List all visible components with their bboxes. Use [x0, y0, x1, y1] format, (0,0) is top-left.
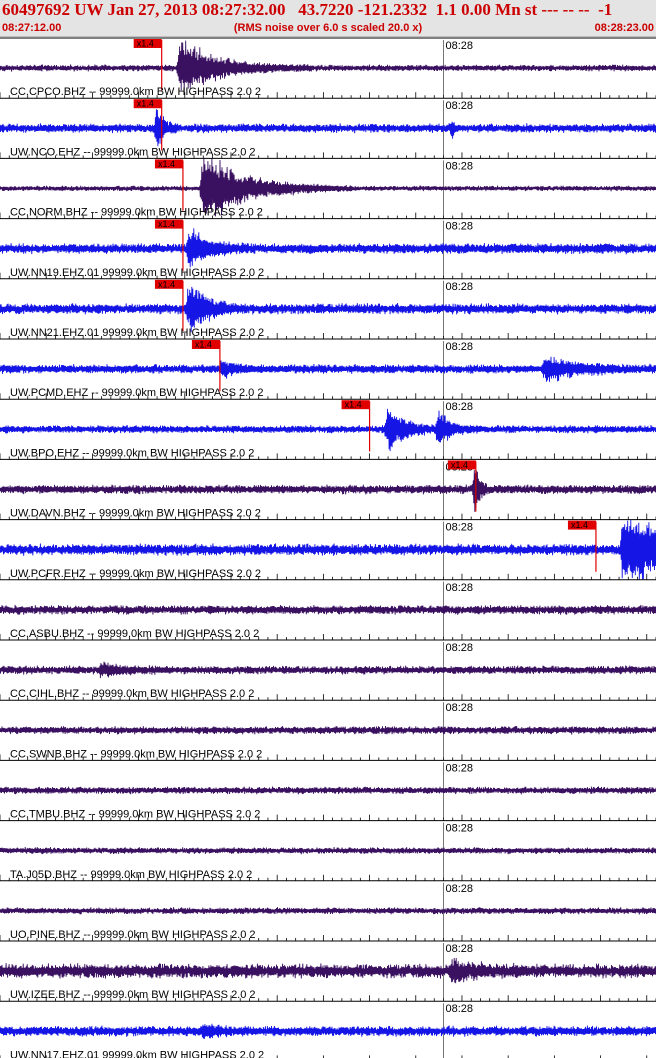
pick-flag-label: x1.4: [195, 340, 212, 350]
waveform-trace: [0, 408, 656, 452]
pick-flag-label: x1.4: [137, 39, 154, 49]
pick-flag-label: x1.4: [345, 400, 362, 410]
waveform-trace: [0, 228, 656, 268]
station-label: CC.TMBU.BHZ -- 99999.0km BW HIGHPASS 2.0…: [10, 809, 260, 821]
time-marker-label: 08:28: [445, 883, 473, 895]
seismogram-plot: 08:28x1.4CC.CPCO.BHZ -- 99999.0km BW HIG…: [0, 37, 656, 1058]
time-marker-label: 08:28: [445, 281, 473, 293]
station-label: UW.BPO.EHZ -- 99999.0km BW HIGHPASS 2.0 …: [10, 447, 254, 459]
waveform-trace: [0, 470, 656, 512]
station-label: CC.ASBU.BHZ -- 99999.0km BW HIGHPASS 2.0…: [10, 628, 259, 640]
waveform-trace: [0, 109, 656, 147]
waveform-trace: [0, 907, 656, 915]
station-label: UW.NN17.EHZ.01 99999.0km BW HIGHPASS 2.0…: [10, 1049, 264, 1058]
waveform-trace: [0, 661, 656, 679]
pick-flag-label: x1.4: [158, 279, 175, 289]
time-marker-label: 08:28: [445, 221, 473, 233]
waveform-trace: [0, 847, 656, 855]
pick-flag-label: x1.4: [137, 99, 154, 109]
time-marker-label: 08:28: [445, 401, 473, 413]
time-marker-label: 08:28: [445, 522, 473, 534]
time-marker-label: 08:28: [445, 1003, 473, 1015]
pick-flag-label: x1.4: [158, 219, 175, 229]
time-marker-label: 08:28: [445, 762, 473, 774]
station-label: UW.NN19.EHZ.01 99999.0km BW HIGHPASS 2.0…: [10, 267, 264, 279]
station-label: UW.NN21.EHZ.01 99999.0km BW HIGHPASS 2.0…: [10, 327, 264, 339]
waveform-trace: [0, 1023, 656, 1039]
time-marker-label: 08:28: [445, 100, 473, 112]
station-label: UW.NCO.EHZ -- 99999.0km BW HIGHPASS 2.0 …: [10, 146, 256, 158]
time-marker-label: 08:28: [445, 823, 473, 835]
time-marker-label: 08:28: [445, 160, 473, 172]
station-label: TA.J05D.BHZ -- 99999.0km BW HIGHPASS 2.0…: [10, 869, 252, 881]
waveform-trace: [0, 286, 656, 333]
pick-flag-label: x1.4: [451, 460, 468, 470]
station-label: CC.SWNB.BHZ -- 99999.0km BW HIGHPASS 2.0…: [10, 748, 262, 760]
time-marker-label: 08:28: [445, 943, 473, 955]
time-marker-label: 08:28: [445, 40, 473, 52]
time-marker-label: 08:28: [445, 702, 473, 714]
waveform-trace: [0, 604, 656, 615]
station-label: UW.PCFR.EHZ -- 99999.0km BW HIGHPASS 2.0…: [10, 568, 261, 580]
station-label: CC.CPCO.BHZ -- 99999.0km BW HIGHPASS 2.0…: [10, 86, 261, 98]
time-marker-label: 08:28: [445, 341, 473, 353]
waveform-trace: [0, 725, 656, 735]
station-label: UW.IZEE.BHZ -- 99999.0km BW HIGHPASS 2.0…: [10, 989, 256, 1001]
pick-flag-label: x1.4: [571, 520, 588, 530]
waveform-trace: [0, 957, 656, 984]
station-label: UO.PINE.BHZ -- 99999.0km BW HIGHPASS 2.0…: [10, 929, 256, 941]
waveform-trace: [0, 786, 656, 795]
station-label: UW.DAVN.BHZ -- 99999.0km BW HIGHPASS 2.0…: [10, 508, 261, 520]
station-label: UW.PCMD.EHZ -- 99999.0km BW HIGHPASS 2.0…: [10, 387, 263, 399]
station-label: CC.NORM.BHZ -- 99999.0km BW HIGHPASS 2.0…: [10, 207, 263, 219]
waveform-trace: [0, 356, 656, 382]
time-marker-label: 08:28: [445, 642, 473, 654]
station-label: CC.CIHL.BHZ -- 99999.0km BW HIGHPASS 2.0…: [10, 688, 254, 700]
pick-flag-label: x1.4: [158, 159, 175, 169]
time-marker-label: 08:28: [445, 582, 473, 594]
